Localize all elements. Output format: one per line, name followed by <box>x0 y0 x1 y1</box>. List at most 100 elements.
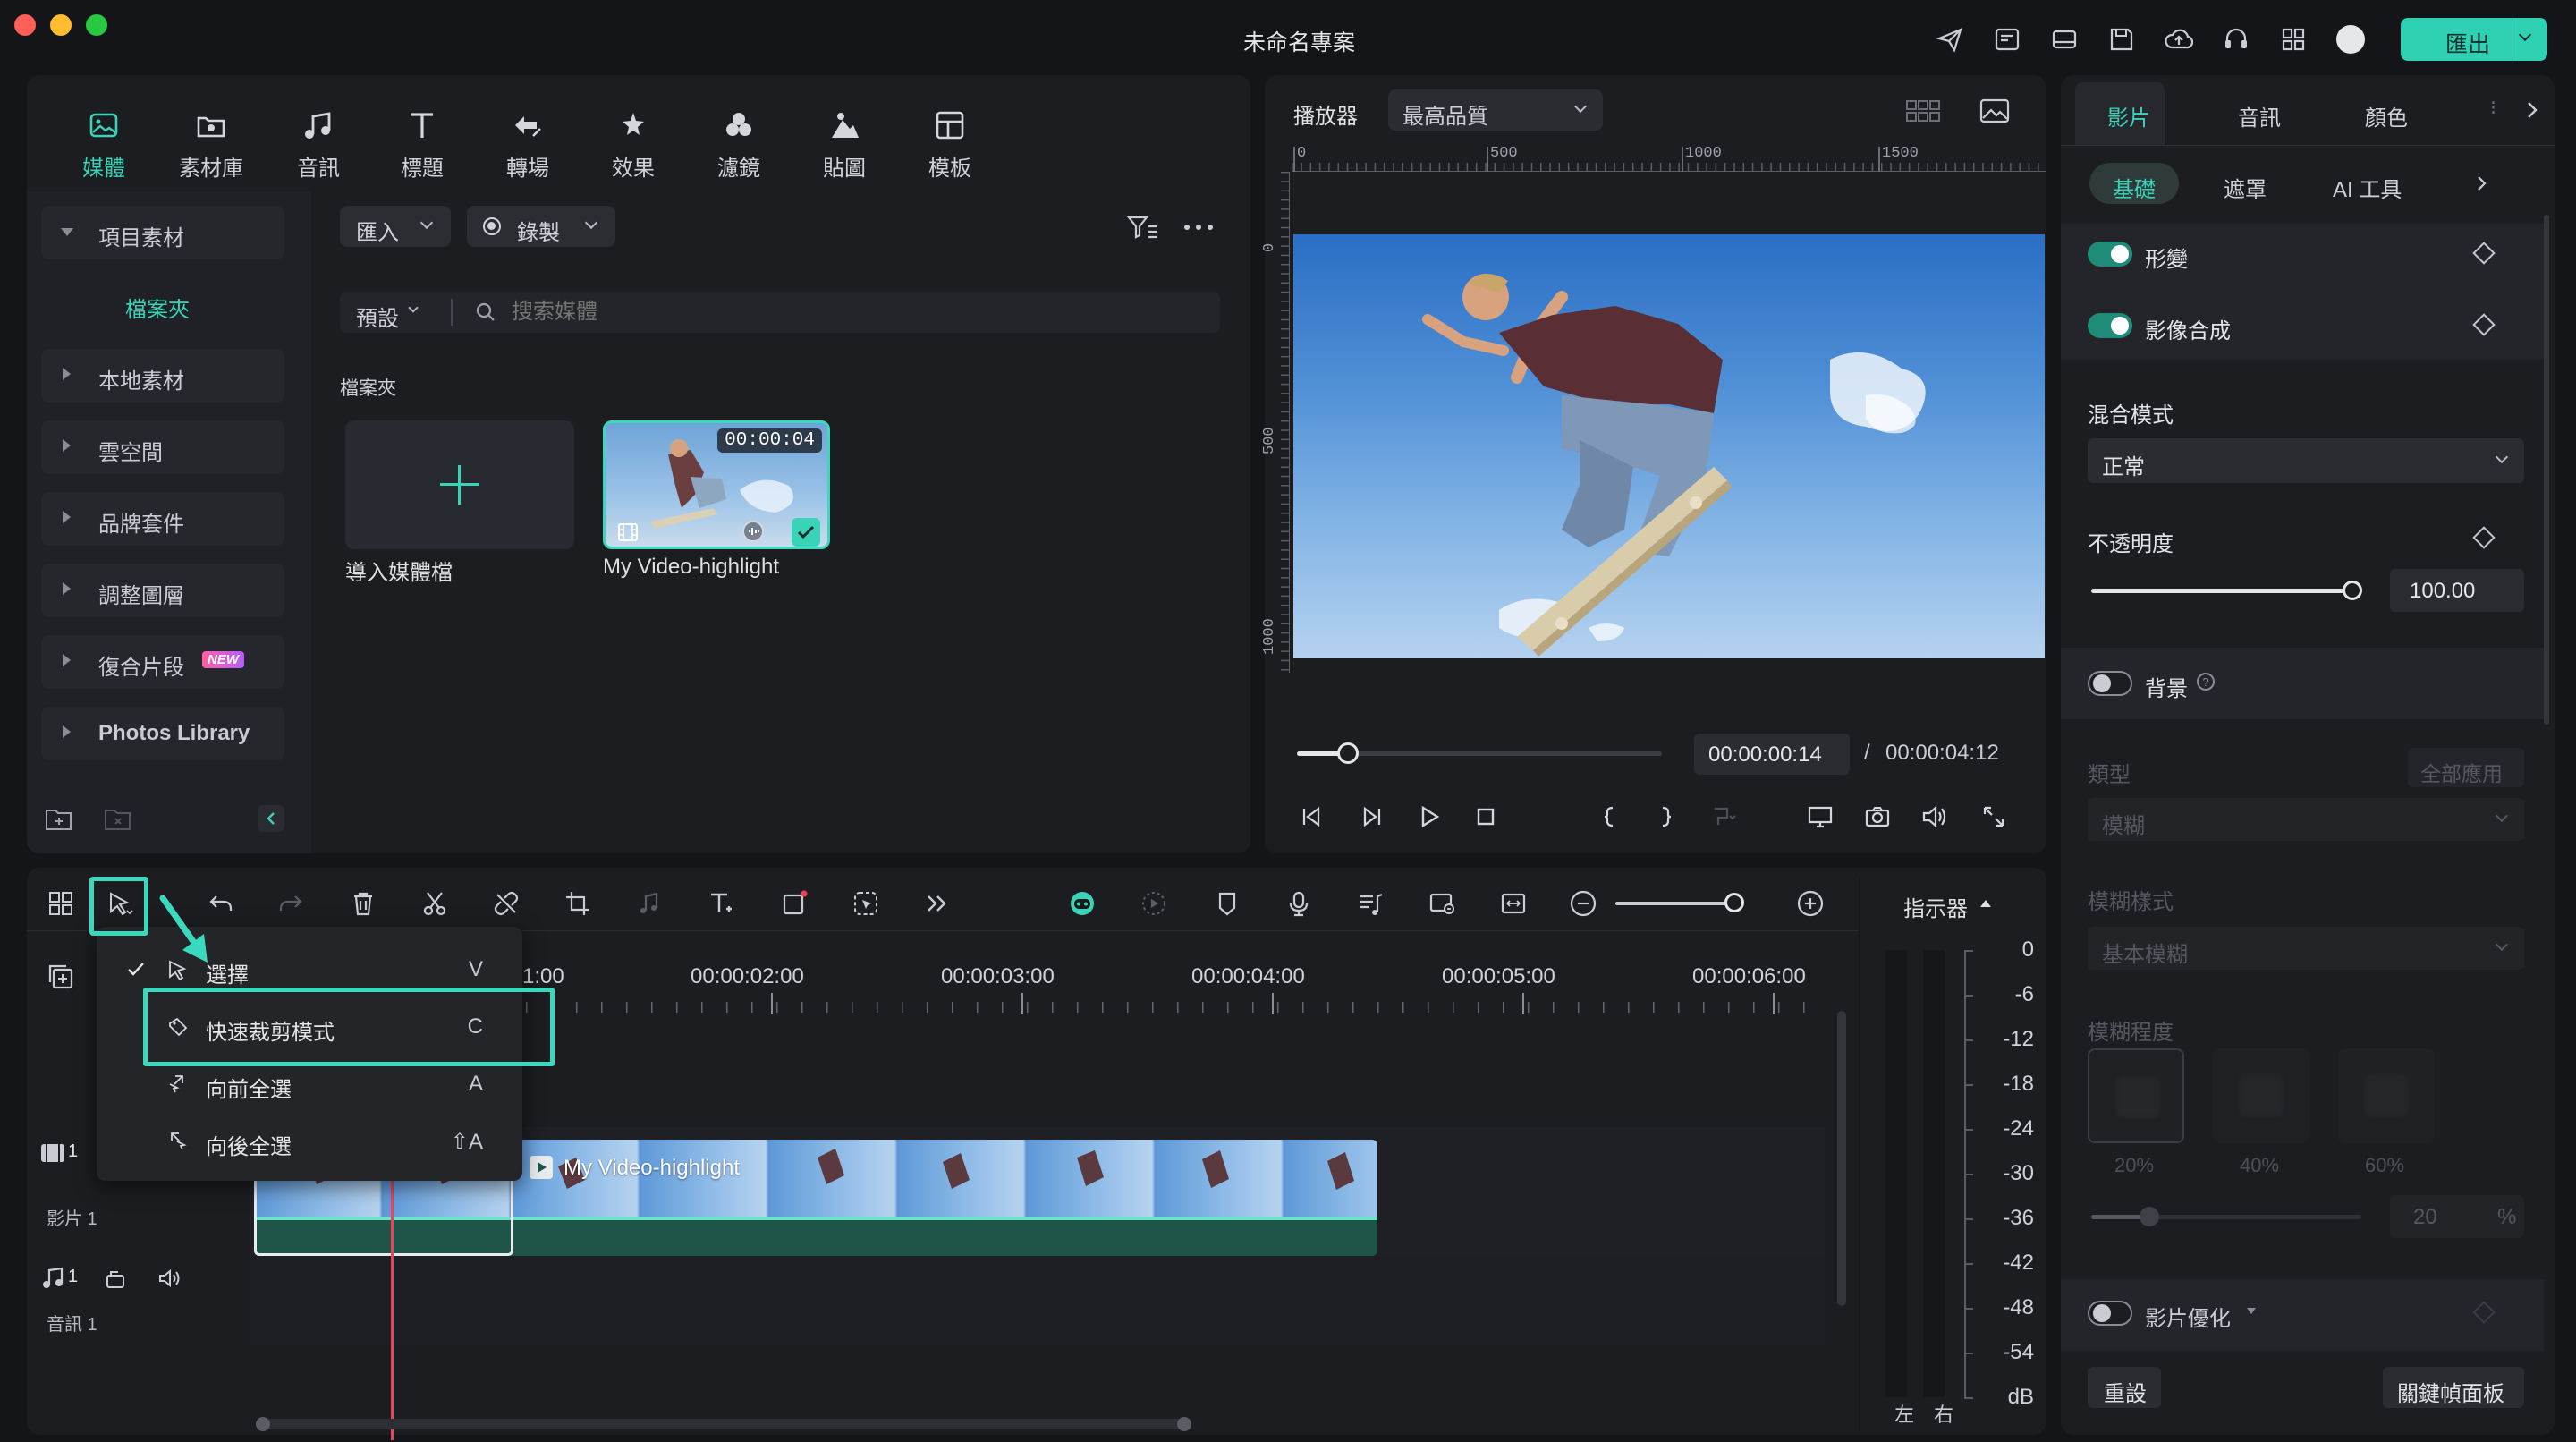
inspector-tab-3[interactable]: 顏色 <box>2365 100 2408 131</box>
play-icon[interactable] <box>1413 802 1444 832</box>
save-icon[interactable] <box>2104 21 2140 57</box>
ai-effect-icon[interactable] <box>848 886 884 921</box>
zoom-window-button[interactable] <box>86 14 107 36</box>
detach-link-icon[interactable] <box>488 886 524 921</box>
import-dropdown[interactable]: 匯入 <box>340 206 451 247</box>
inspector-subtab-2[interactable]: 遮罩 <box>2224 172 2267 203</box>
zoom-slider[interactable] <box>1615 902 1737 905</box>
search-input[interactable] <box>512 297 1138 327</box>
timeline-horizontal-scrollbar[interactable] <box>256 1417 1191 1431</box>
opacity-value-field[interactable]: 100.00 <box>2390 569 2524 612</box>
playback-scrubber-handle[interactable] <box>1337 742 1360 764</box>
sub-tabs-next-icon[interactable] <box>2469 168 2496 199</box>
current-time-field[interactable]: 00:00:00:14 <box>1694 734 1850 775</box>
record-shape-icon[interactable] <box>776 886 812 921</box>
collapse-sidebar-button[interactable] <box>258 805 284 832</box>
zoom-out-icon[interactable] <box>1567 887 1599 920</box>
menu-item-select-forward[interactable]: 向前全選 A <box>114 1059 517 1111</box>
sidebar-item-2[interactable]: 雲空間 <box>41 420 284 474</box>
media-clip-thumbnail[interactable]: 00:00:04 <box>603 420 830 549</box>
transform-toggle[interactable] <box>2088 242 2132 267</box>
microphone-icon[interactable] <box>1281 886 1317 921</box>
fullscreen-icon[interactable] <box>1979 802 2009 832</box>
cloud-tasks-icon[interactable] <box>1989 21 2025 57</box>
avatar[interactable] <box>2336 25 2365 54</box>
playback-progress-track[interactable] <box>1297 742 1662 764</box>
headset-support-icon[interactable] <box>2218 21 2254 57</box>
tab-stickers[interactable]: 貼圖 <box>800 106 889 186</box>
record-dropdown[interactable]: 錄製 <box>467 206 615 247</box>
sidebar-item-6[interactable]: Photos Library <box>41 707 284 760</box>
tab-title-text[interactable]: 標題 <box>377 106 467 186</box>
audio-mixer-icon[interactable] <box>1352 886 1388 921</box>
ai-assistant-icon[interactable] <box>1064 886 1100 921</box>
inspector-subtab-1[interactable]: 基礎 <box>2113 172 2156 203</box>
opacity-slider-handle[interactable] <box>2343 581 2362 600</box>
mark-in-icon[interactable] <box>1594 802 1624 832</box>
keyframe-panel-button[interactable]: 關鍵幀面板 <box>2383 1367 2524 1408</box>
meter-label[interactable]: 指示器 <box>1903 891 1968 922</box>
export-button[interactable]: 匯出 <box>2401 18 2547 61</box>
cloud-upload-icon[interactable] <box>2161 21 2197 57</box>
blend-mode-dropdown[interactable]: 正常 <box>2088 438 2524 483</box>
crop-icon[interactable] <box>560 886 596 921</box>
zoom-slider-handle[interactable] <box>1724 893 1744 912</box>
new-folder-icon[interactable] <box>41 802 77 837</box>
import-media-tile[interactable] <box>345 420 574 549</box>
inspector-subtab-3[interactable]: AI 工具 <box>2333 172 2402 203</box>
previous-frame-icon[interactable] <box>1297 802 1327 832</box>
camera-snapshot-icon[interactable] <box>1862 802 1893 832</box>
opacity-slider[interactable] <box>2091 581 2362 600</box>
mark-out-icon[interactable] <box>1651 802 1682 832</box>
sidebar-item-project-media[interactable]: 項目素材 <box>41 206 284 259</box>
grid-view-icon[interactable] <box>1903 93 1943 129</box>
split-scissors-icon[interactable] <box>417 886 453 921</box>
compositing-toggle[interactable] <box>2088 313 2132 338</box>
menu-item-select-backward[interactable]: 向後全選 ⇧A <box>114 1116 517 1168</box>
chevron-right-icon[interactable] <box>2519 95 2546 125</box>
quality-dropdown[interactable]: 最高品質 <box>1388 89 1603 131</box>
tab-media[interactable]: 媒體 <box>59 106 148 186</box>
inspector-scrollbar[interactable] <box>2544 215 2549 725</box>
audio-track-volume-icon[interactable] <box>156 1265 182 1292</box>
marker-shield-icon[interactable] <box>1209 886 1245 921</box>
layout-grid-icon[interactable] <box>43 886 79 921</box>
zoom-in-icon[interactable] <box>1794 887 1826 920</box>
tab-stock-media[interactable]: 素材庫 <box>166 106 256 186</box>
stop-icon[interactable] <box>1470 802 1501 832</box>
volume-icon[interactable] <box>1919 802 1950 832</box>
more-options-icon[interactable] <box>1181 209 1216 245</box>
delete-icon[interactable] <box>345 886 381 921</box>
inspector-tab-1[interactable]: 影片 <box>2107 100 2150 131</box>
next-frame-icon[interactable] <box>1356 802 1386 832</box>
text-tool-icon[interactable] <box>703 886 739 921</box>
sidebar-item-4[interactable]: 調整圖層 <box>41 564 284 617</box>
fit-timeline-icon[interactable] <box>1496 886 1531 921</box>
snapshot-image-icon[interactable] <box>1977 93 2012 129</box>
more-tools-icon[interactable] <box>919 886 955 921</box>
tab-filters[interactable]: 濾鏡 <box>694 106 784 186</box>
help-icon[interactable]: ? <box>2197 673 2215 691</box>
close-window-button[interactable] <box>14 14 36 36</box>
tab-effects[interactable]: 效果 <box>589 106 678 186</box>
display-icon[interactable] <box>1805 802 1835 832</box>
sidebar-item-3[interactable]: 品牌套件 <box>41 492 284 546</box>
inspector-tab-2[interactable]: 音訊 <box>2238 100 2281 131</box>
share-icon[interactable] <box>1932 21 1968 57</box>
sidebar-item-5[interactable]: 復合片段 NEW <box>41 635 284 689</box>
tab-music-note[interactable]: 音訊 <box>274 106 363 186</box>
tab-transition[interactable]: 轉場 <box>483 106 572 186</box>
minimize-window-button[interactable] <box>50 14 72 36</box>
enhance-toggle[interactable] <box>2088 1301 2132 1326</box>
preset-dropdown[interactable]: 預設 <box>356 301 399 332</box>
preview-render-icon[interactable] <box>1424 886 1460 921</box>
tab-templates[interactable]: 模板 <box>905 106 995 186</box>
background-toggle[interactable] <box>2088 671 2132 696</box>
video-preview[interactable] <box>1293 234 2045 658</box>
reset-button[interactable]: 重設 <box>2088 1367 2161 1408</box>
sidebar-item-1[interactable]: 本地素材 <box>41 349 284 403</box>
audio-track-lock-icon[interactable] <box>102 1265 129 1292</box>
meter-collapse-icon[interactable] <box>1980 900 1991 907</box>
enhance-expand-icon[interactable] <box>2247 1308 2256 1314</box>
apps-grid-icon[interactable] <box>2275 21 2311 57</box>
